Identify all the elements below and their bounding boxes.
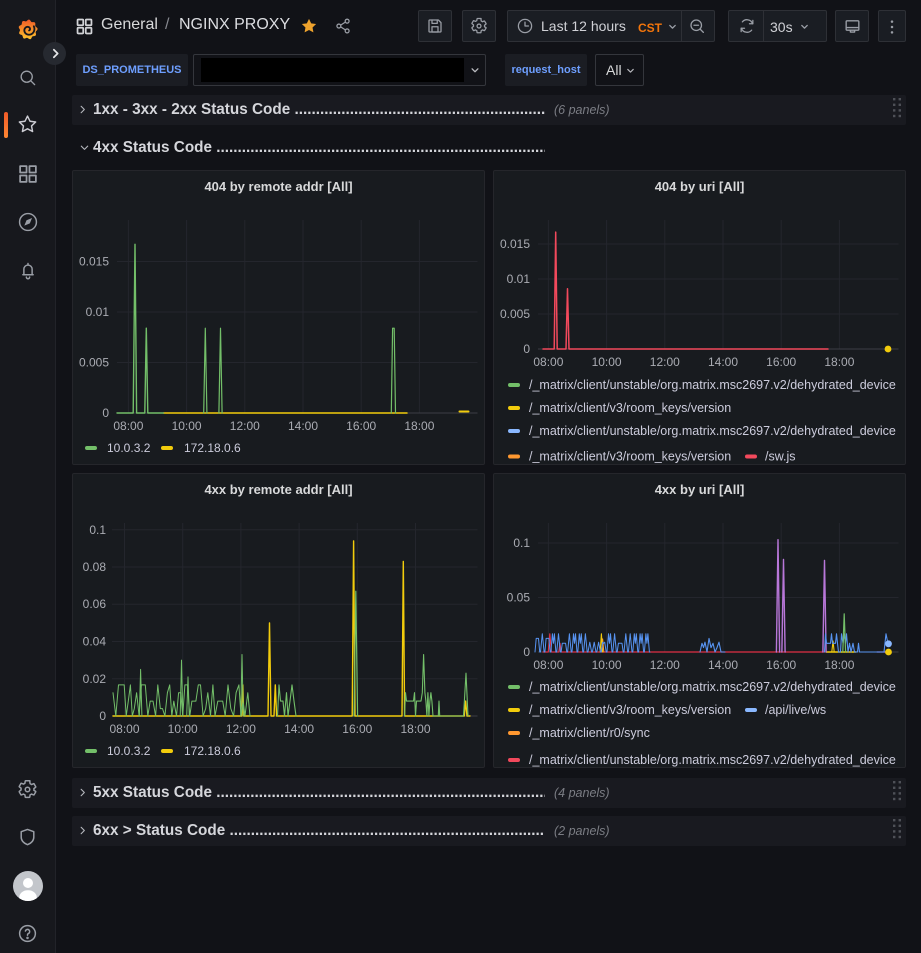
- svg-text:10.0.3.2: 10.0.3.2: [107, 441, 151, 455]
- svg-text:10:00: 10:00: [168, 722, 198, 736]
- svg-text:0: 0: [523, 342, 530, 356]
- svg-text:0.015: 0.015: [500, 237, 530, 251]
- svg-text:08:00: 08:00: [533, 658, 563, 672]
- svg-text:0.06: 0.06: [83, 597, 107, 611]
- svg-text:16:00: 16:00: [342, 722, 372, 736]
- svg-text:16:00: 16:00: [766, 658, 796, 672]
- svg-text:0.02: 0.02: [83, 672, 107, 686]
- svg-text:4xx by remote addr [All]: 4xx by remote addr [All]: [204, 482, 352, 497]
- svg-text:16:00: 16:00: [766, 355, 796, 369]
- svg-text:12:00: 12:00: [650, 355, 680, 369]
- svg-text:10:00: 10:00: [592, 355, 622, 369]
- svg-text:0.015: 0.015: [79, 255, 109, 269]
- svg-text:4xx by uri [All]: 4xx by uri [All]: [655, 482, 745, 497]
- svg-text:0.005: 0.005: [500, 307, 530, 321]
- svg-text:08:00: 08:00: [113, 419, 143, 433]
- svg-text:0: 0: [102, 406, 109, 420]
- svg-text:/_matrix/client/unstable/org.m: /_matrix/client/unstable/org.matrix.msc2…: [529, 424, 896, 438]
- svg-text:14:00: 14:00: [708, 658, 738, 672]
- svg-text:0.005: 0.005: [79, 356, 109, 370]
- svg-text:/_matrix/client/unstable/org.m: /_matrix/client/unstable/org.matrix.msc2…: [529, 680, 896, 694]
- svg-text:0.1: 0.1: [513, 536, 530, 550]
- svg-text:16:00: 16:00: [346, 419, 376, 433]
- svg-text:0.05: 0.05: [507, 591, 531, 605]
- svg-text:/_matrix/client/v3/room_keys/v: /_matrix/client/v3/room_keys/version: [529, 401, 731, 415]
- svg-text:/api/live/ws: /api/live/ws: [765, 703, 826, 717]
- svg-text:404 by remote addr [All]: 404 by remote addr [All]: [204, 179, 352, 194]
- svg-text:18:00: 18:00: [400, 722, 430, 736]
- svg-text:0: 0: [523, 645, 530, 659]
- svg-text:404 by uri [All]: 404 by uri [All]: [655, 179, 745, 194]
- svg-text:10.0.3.2: 10.0.3.2: [107, 744, 151, 758]
- svg-text:14:00: 14:00: [288, 419, 318, 433]
- svg-text:0.1: 0.1: [89, 523, 106, 537]
- svg-text:08:00: 08:00: [533, 355, 563, 369]
- svg-text:18:00: 18:00: [404, 419, 434, 433]
- svg-text:/_matrix/client/unstable/org.m: /_matrix/client/unstable/org.matrix.msc2…: [529, 378, 896, 392]
- svg-text:0: 0: [99, 709, 106, 723]
- svg-text:18:00: 18:00: [824, 658, 854, 672]
- svg-text:/_matrix/client/v3/room_keys/v: /_matrix/client/v3/room_keys/version: [529, 450, 731, 464]
- svg-text:10:00: 10:00: [172, 419, 202, 433]
- svg-text:/_matrix/client/unstable/org.m: /_matrix/client/unstable/org.matrix.msc2…: [529, 753, 896, 767]
- svg-text:/_matrix/client/r0/sync: /_matrix/client/r0/sync: [529, 726, 650, 740]
- svg-text:0.01: 0.01: [86, 305, 110, 319]
- svg-text:18:00: 18:00: [824, 355, 854, 369]
- svg-text:0.01: 0.01: [507, 272, 531, 286]
- svg-text:12:00: 12:00: [226, 722, 256, 736]
- svg-text:172.18.0.6: 172.18.0.6: [184, 441, 241, 455]
- svg-text:12:00: 12:00: [230, 419, 260, 433]
- svg-text:14:00: 14:00: [284, 722, 314, 736]
- svg-text:0.04: 0.04: [83, 635, 107, 649]
- svg-text:0.08: 0.08: [83, 560, 107, 574]
- svg-text:10:00: 10:00: [592, 658, 622, 672]
- svg-text:/_matrix/client/v3/room_keys/v: /_matrix/client/v3/room_keys/version: [529, 703, 731, 717]
- svg-text:08:00: 08:00: [109, 722, 139, 736]
- svg-text:12:00: 12:00: [650, 658, 680, 672]
- svg-text:/sw.js: /sw.js: [765, 450, 796, 464]
- svg-text:172.18.0.6: 172.18.0.6: [184, 744, 241, 758]
- svg-text:14:00: 14:00: [708, 355, 738, 369]
